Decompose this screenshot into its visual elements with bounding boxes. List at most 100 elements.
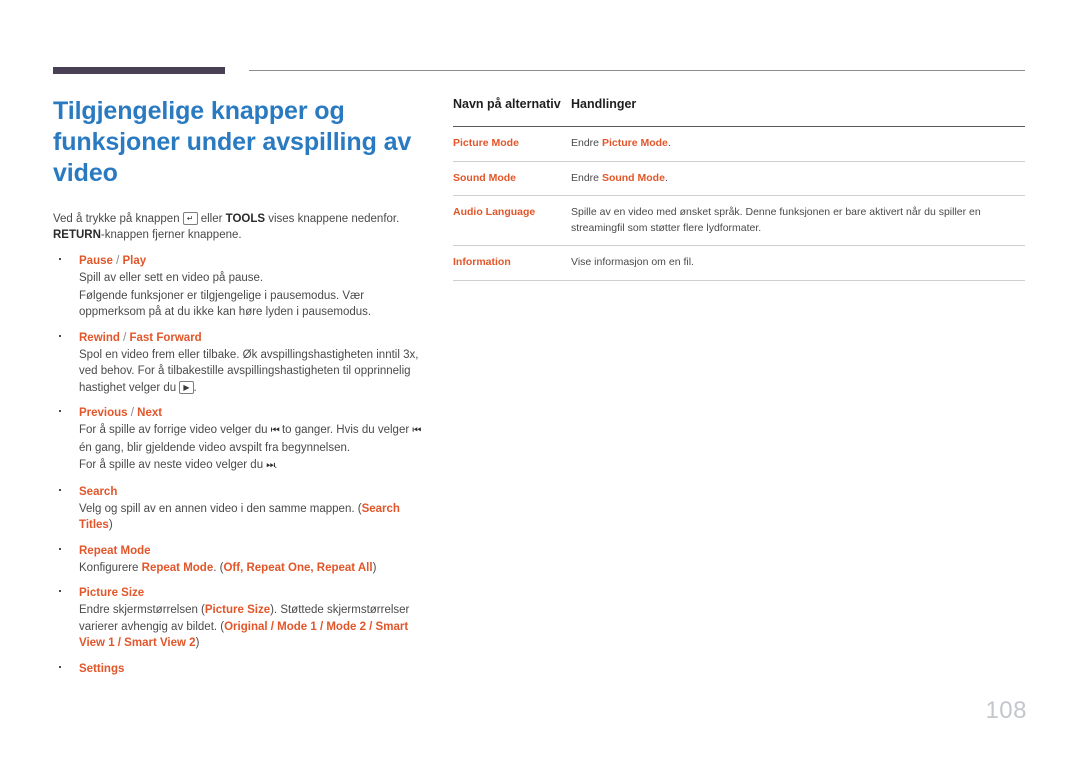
desc-text: Spol en video frem eller tilbake. Øk avs… bbox=[79, 348, 419, 394]
bullet-desc-line: Konfigurere Repeat Mode. (Off, Repeat On… bbox=[79, 560, 425, 577]
play-key-icon: ▶ bbox=[179, 380, 194, 394]
bullet-term: Rewind / Fast Forward bbox=[79, 330, 425, 346]
cell-option-name: Picture Mode bbox=[453, 126, 571, 162]
term-main: Picture Size bbox=[79, 587, 145, 599]
desc-bold: Repeat Mode bbox=[141, 561, 214, 574]
term-main: Repeat Mode bbox=[79, 544, 151, 557]
intro-bold-tools: TOOLS bbox=[225, 213, 266, 225]
term-main: Previous bbox=[79, 407, 128, 419]
term-main: Rewind bbox=[79, 331, 120, 344]
bullet-dot-icon bbox=[59, 590, 61, 592]
bullet-dot-icon bbox=[59, 488, 61, 491]
term-main: Pause bbox=[79, 255, 113, 267]
bullet-desc-line: Spill av eller sett en video på pause. bbox=[79, 272, 264, 284]
bullet-dot-icon bbox=[59, 547, 61, 550]
bullet-dot-icon bbox=[59, 334, 61, 337]
list-item: Settings bbox=[53, 661, 425, 677]
term-alt: Next bbox=[137, 407, 163, 419]
cell-option-action: Spille av en video med ønsket språk. Den… bbox=[571, 195, 1025, 246]
desc-text: ) bbox=[372, 561, 377, 574]
bullet-term: Search bbox=[79, 484, 425, 500]
table-head: Navn på alternativ Handlinger bbox=[453, 96, 1025, 127]
desc-text: to ganger. Hvis du velger bbox=[278, 424, 413, 436]
bullet-dot-icon bbox=[59, 258, 61, 260]
action-text: Endre bbox=[571, 171, 602, 184]
desc-text: ) bbox=[108, 519, 113, 531]
bullet-term: Previous / Next bbox=[79, 405, 425, 421]
intro-text-4: -knappen fjerner knappene. bbox=[100, 229, 242, 241]
desc-text: . bbox=[274, 459, 278, 471]
intro-paragraph: Ved å trykke på knappen ↵ eller TOOLS vi… bbox=[53, 211, 425, 243]
bullet-term: Pause / Play bbox=[79, 253, 425, 269]
header-rule-line bbox=[249, 70, 1025, 71]
cell-option-name: Information bbox=[453, 245, 571, 281]
enter-key-icon: ↵ bbox=[182, 212, 198, 225]
desc-options: Off, Repeat One, Repeat All bbox=[223, 561, 373, 574]
desc-text: én gang, blir gjeldende video avspilt fr… bbox=[79, 441, 351, 454]
intro-text-2: eller bbox=[197, 213, 226, 225]
cell-option-action: Vise informasjon om en fil. bbox=[571, 245, 1025, 281]
list-item: Picture Size Endre skjermstørrelsen (Pic… bbox=[53, 585, 425, 652]
term-main: Search bbox=[79, 485, 118, 498]
intro-text-1: Ved å trykke på knappen bbox=[53, 213, 183, 225]
list-item: Rewind / Fast Forward Spol en video frem… bbox=[53, 330, 425, 397]
desc-text: Endre skjermstørrelsen ( bbox=[79, 604, 205, 616]
term-alt: Fast Forward bbox=[129, 331, 202, 344]
action-text: Vise informasjon om en fil. bbox=[571, 256, 694, 268]
term-separator: / bbox=[127, 407, 138, 419]
desc-text: ) bbox=[195, 637, 200, 649]
action-text-tail: . bbox=[664, 171, 668, 184]
bullet-dot-icon bbox=[59, 410, 61, 412]
skip-back-icon: ⏮ bbox=[270, 425, 280, 436]
desc-text-tail: . bbox=[193, 381, 197, 394]
action-bold: Picture Mode bbox=[601, 137, 668, 149]
desc-text: . ( bbox=[213, 561, 224, 574]
action-text-tail: . bbox=[667, 137, 671, 149]
cell-option-action: Endre Picture Mode. bbox=[571, 126, 1025, 162]
options-table: Navn på alternativ Handlinger Picture Mo… bbox=[453, 96, 1025, 281]
cell-option-name: Audio Language bbox=[453, 195, 571, 246]
table-header-row: Navn på alternativ Handlinger bbox=[453, 96, 1025, 127]
table-row: Audio Language Spille av en video med øn… bbox=[453, 195, 1025, 246]
term-alt: Play bbox=[122, 255, 147, 267]
bullet-desc-line: Spol en video frem eller tilbake. Øk avs… bbox=[79, 347, 425, 397]
list-item: Search Velg og spill av en annen video i… bbox=[53, 484, 425, 534]
function-bullet-list: Pause / Play Spill av eller sett en vide… bbox=[53, 253, 425, 677]
bullet-term: Repeat Mode bbox=[79, 543, 425, 559]
desc-text: For å spille av forrige video velger du bbox=[79, 424, 271, 436]
table-row: Sound Mode Endre Sound Mode. bbox=[453, 161, 1025, 196]
bullet-desc-line: Endre skjermstørrelsen (Picture Size). S… bbox=[79, 602, 425, 652]
list-item: Repeat Mode Konfigurere Repeat Mode. (Of… bbox=[53, 543, 425, 577]
header-rules bbox=[53, 66, 1025, 76]
desc-text: Konfigurere bbox=[79, 561, 142, 574]
bullet-desc-line: Følgende funksjoner er tilgjengelige i p… bbox=[79, 289, 372, 319]
bullet-desc-line: For å spille av forrige video velger du … bbox=[79, 422, 425, 456]
bullet-dot-icon bbox=[59, 665, 61, 668]
table-row: Information Vise informasjon om en fil. bbox=[453, 245, 1025, 281]
bullet-term: Picture Size bbox=[79, 585, 425, 601]
column-header-name: Navn på alternativ bbox=[453, 97, 561, 111]
bullet-desc-line: For å spille av neste video velger du ⏭. bbox=[79, 457, 425, 475]
list-item: Pause / Play Spill av eller sett en vide… bbox=[53, 253, 425, 321]
action-text: Endre bbox=[571, 137, 602, 149]
page-title: Tilgjengelige knapper og funksjoner unde… bbox=[53, 97, 412, 187]
right-column: Navn på alternativ Handlinger Picture Mo… bbox=[453, 96, 1025, 281]
left-column: Tilgjengelige knapper og funksjoner unde… bbox=[53, 96, 425, 686]
intro-bold-return: RETURN bbox=[53, 229, 101, 241]
document-page: Tilgjengelige knapper og funksjoner unde… bbox=[0, 0, 1080, 763]
table-row: Picture Mode Endre Picture Mode. bbox=[453, 126, 1025, 162]
header-rule-accent bbox=[53, 67, 225, 74]
skip-back-icon: ⏮ bbox=[412, 425, 421, 436]
desc-text: For å spille av neste video velger du bbox=[79, 459, 267, 471]
action-text: Spille av en video med ønsket språk. Den… bbox=[571, 206, 981, 234]
desc-text: Velg og spill av en annen video i den sa… bbox=[79, 502, 362, 515]
list-item: Previous / Next For å spille av forrige … bbox=[53, 405, 425, 475]
desc-bold: Picture Size bbox=[204, 604, 271, 616]
intro-text-3: vises knappene nedenfor. bbox=[265, 213, 400, 225]
action-bold: Sound Mode bbox=[601, 171, 665, 184]
cell-option-action: Endre Sound Mode. bbox=[571, 161, 1025, 196]
table-body: Picture Mode Endre Picture Mode. Sound M… bbox=[453, 126, 1025, 281]
bullet-term: Settings bbox=[79, 661, 425, 677]
page-number: 108 bbox=[985, 697, 1027, 724]
bullet-desc-line: Velg og spill av en annen video i den sa… bbox=[79, 501, 425, 534]
